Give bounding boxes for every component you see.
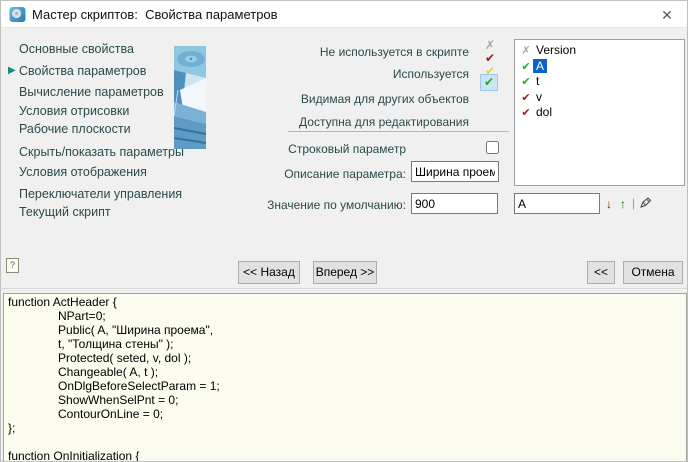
sidebar-item-current-script[interactable]: Текущий скрипт (19, 205, 111, 220)
editable-label: Доступна для редактирования (299, 115, 469, 130)
param-list-item[interactable]: ✔t (519, 74, 684, 90)
sidebar-item-label: Рабочие плоскости (19, 122, 131, 136)
sidebar-item-parameter-properties[interactable]: ▶Свойства параметров (19, 64, 146, 79)
description-input[interactable] (411, 161, 499, 182)
string-param-label: Строковый параметр (288, 142, 406, 156)
sidebar-item-parameter-calculation[interactable]: Вычисление параметров (19, 85, 164, 100)
icon-separator: | (632, 196, 635, 210)
sidebar-item-display-conditions[interactable]: Условия отображения (19, 165, 147, 180)
sidebar-item-label: Свойства параметров (19, 64, 146, 78)
preview-image (174, 46, 206, 149)
string-param-checkbox[interactable] (486, 141, 499, 154)
back-button[interactable]: << Назад (238, 261, 300, 284)
param-label: dol (533, 105, 555, 119)
sidebar-item-label: Вычисление параметров (19, 85, 164, 99)
param-list-item[interactable]: ✔v (519, 90, 684, 106)
script-code-area[interactable]: function ActHeader { NPart=0; Public( A,… (3, 293, 687, 462)
used-green-check-icon: ✔ (484, 75, 494, 89)
default-value-label: Значение по умолчанию: (267, 198, 406, 212)
sidebar-item-label: Условия отображения (19, 165, 147, 179)
sidebar-item-hide-show-parameters[interactable]: Скрыть/показать параметры (19, 145, 184, 160)
visible-for-objects-label: Видимая для других объектов (301, 92, 469, 107)
collapse-button[interactable]: << (587, 261, 615, 284)
param-label-selected: A (533, 59, 547, 73)
code-separator (1, 288, 688, 289)
sidebar-item-drawing-conditions[interactable]: Условия отрисовки (19, 104, 129, 119)
x-gray-icon: ✗ (519, 44, 533, 57)
window-title: Мастер скриптов: Свойства параметров (32, 7, 278, 22)
sidebar-item-label: Переключатели управления (19, 187, 182, 201)
param-list-item[interactable]: ✔A (519, 59, 684, 75)
check-green-icon: ✔ (519, 75, 533, 88)
help-icon[interactable]: ? (6, 258, 19, 273)
param-label: t (533, 74, 542, 88)
used-selected-state[interactable]: ✔ (480, 74, 498, 91)
check-red-icon: ✔ (519, 106, 533, 119)
param-label: v (533, 90, 545, 104)
sidebar-item-control-switches[interactable]: Переключатели управления (19, 187, 182, 202)
next-button[interactable]: Вперед >> (313, 261, 377, 284)
close-icon[interactable]: ✕ (657, 5, 677, 25)
not-used-label: Не используется в скрипте (320, 45, 469, 60)
sidebar-item-label: Скрыть/показать параметры (19, 145, 184, 159)
options-divider (288, 131, 509, 132)
app-icon (9, 6, 26, 23)
script-wizard-dialog: Мастер скриптов: Свойства параметров ✕ О… (0, 0, 688, 462)
cancel-button[interactable]: Отмена (623, 261, 683, 284)
used-label: Используется (393, 67, 469, 82)
edit-value-icon[interactable] (638, 196, 652, 210)
sidebar-item-work-planes[interactable]: Рабочие плоскости (19, 122, 131, 137)
param-label: Version (533, 43, 579, 57)
title-bar: Мастер скриптов: Свойства параметров ✕ (1, 1, 687, 28)
sidebar-item-label: Основные свойства (19, 42, 134, 56)
move-down-icon[interactable]: ↓ (606, 197, 612, 211)
default-value-input[interactable] (411, 193, 498, 214)
sidebar-item-label: Текущий скрипт (19, 205, 111, 219)
param-list-item[interactable]: ✗Version (519, 43, 684, 59)
param-list-item[interactable]: ✔dol (519, 105, 684, 121)
sidebar-item-label: Условия отрисовки (19, 104, 129, 118)
sidebar-item-basic-properties[interactable]: Основные свойства (19, 42, 134, 57)
description-label: Описание параметра: (284, 167, 406, 181)
active-arrow-icon: ▶ (8, 65, 16, 76)
check-red-icon: ✔ (519, 91, 533, 104)
check-green-icon: ✔ (519, 60, 533, 73)
move-up-icon[interactable]: ↑ (620, 197, 626, 211)
param-name-input[interactable] (514, 193, 600, 214)
parameter-list: ✗Version ✔A ✔t ✔v ✔dol (514, 39, 685, 186)
